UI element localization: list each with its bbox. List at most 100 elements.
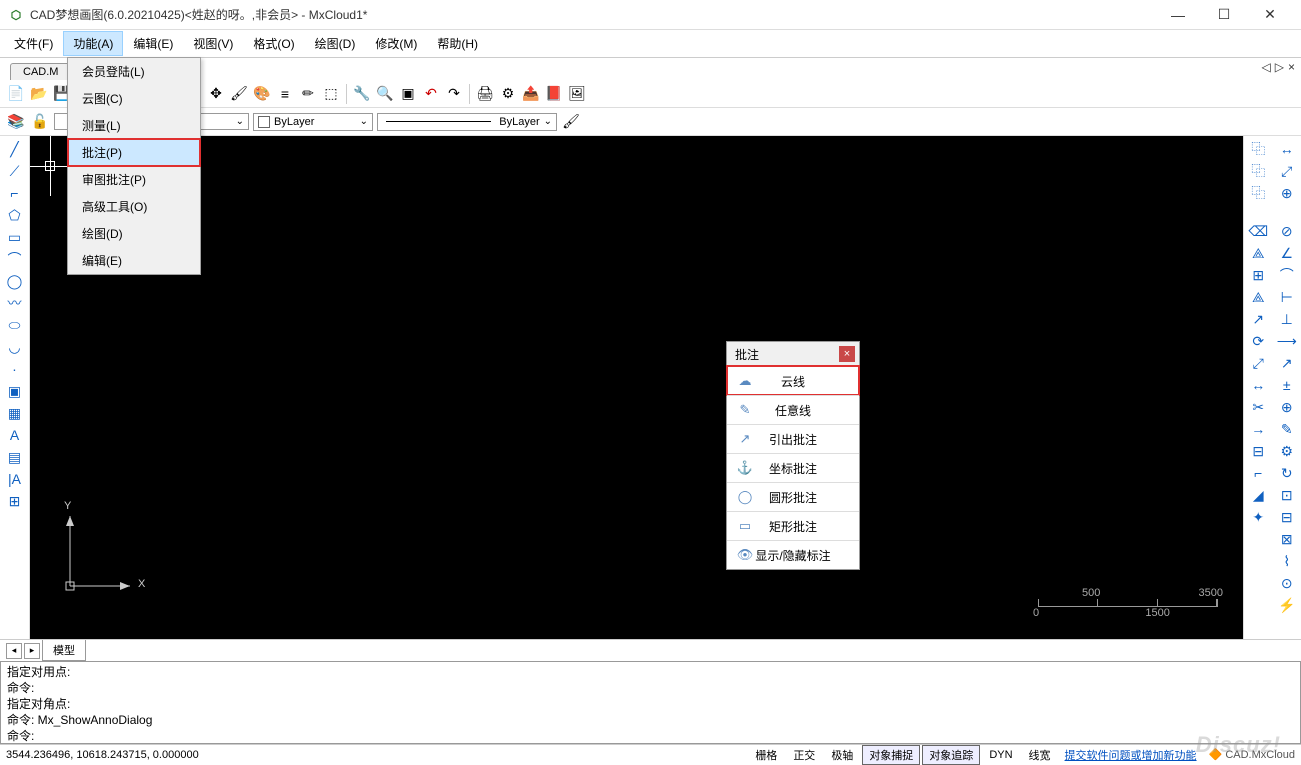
- menu-draw[interactable]: 绘图(D): [305, 31, 366, 56]
- dim-update-icon[interactable]: ↻: [1277, 464, 1297, 482]
- dim-quick-icon[interactable]: ⚡: [1277, 596, 1297, 614]
- array-icon[interactable]: ⊞: [1248, 266, 1268, 284]
- region-icon[interactable]: ⊞: [5, 492, 25, 510]
- status-polar[interactable]: 极轴: [824, 745, 860, 765]
- annotation-panel-title[interactable]: 批注 ×: [727, 342, 859, 366]
- table-icon[interactable]: ▤: [5, 448, 25, 466]
- dim-radius-icon[interactable]: ⊕: [1277, 184, 1297, 202]
- select-icon[interactable]: ▣: [398, 84, 418, 104]
- move-icon[interactable]: ↗: [1248, 310, 1268, 328]
- tab-prev-icon[interactable]: ◁: [1262, 60, 1271, 74]
- polyline-icon[interactable]: ⌐: [5, 184, 25, 202]
- layer-manager-icon[interactable]: 📚: [6, 112, 26, 132]
- dim-baseline-icon[interactable]: ⊥: [1277, 310, 1297, 328]
- trim-icon[interactable]: ✂: [1248, 398, 1268, 416]
- fillet-icon[interactable]: ⌐: [1248, 464, 1268, 482]
- matchprop-icon[interactable]: 🖌: [561, 112, 581, 132]
- tab-first-icon[interactable]: ◂: [6, 643, 22, 659]
- brush-icon[interactable]: 🖌: [229, 84, 249, 104]
- menu-file[interactable]: 文件(F): [4, 31, 63, 56]
- minimize-button[interactable]: —: [1155, 1, 1201, 29]
- dropdown-review-annotate[interactable]: 审图批注(P): [68, 166, 200, 193]
- tab-next-icon[interactable]: ▷: [1275, 60, 1284, 74]
- rectangle-icon[interactable]: ▭: [5, 228, 25, 246]
- point-icon[interactable]: ·: [5, 360, 25, 378]
- circle-icon[interactable]: ◯: [5, 272, 25, 290]
- scale-icon[interactable]: ⤢: [1248, 354, 1268, 372]
- paste-icon[interactable]: ⿻: [1248, 162, 1268, 180]
- anno-freehand[interactable]: ✎ 任意线: [727, 395, 859, 424]
- dim-arc-icon[interactable]: ⌒: [1277, 266, 1297, 284]
- menu-modify[interactable]: 修改(M): [365, 31, 427, 56]
- settings-icon[interactable]: ⚙: [498, 84, 518, 104]
- replace-icon[interactable]: 🔍: [375, 84, 395, 104]
- dropdown-draw[interactable]: 绘图(D): [68, 220, 200, 247]
- dim-jog-icon[interactable]: ⌇: [1277, 552, 1297, 570]
- block-icon[interactable]: ▣: [5, 382, 25, 400]
- dim-linear-icon[interactable]: ↔: [1277, 140, 1297, 158]
- dim-break-icon[interactable]: ⊠: [1277, 530, 1297, 548]
- copy-icon[interactable]: ⿻: [1248, 140, 1268, 158]
- export-icon[interactable]: 📤: [521, 84, 541, 104]
- text-icon[interactable]: A: [5, 426, 25, 444]
- dim-angle-icon[interactable]: ∠: [1277, 244, 1297, 262]
- anno-leader[interactable]: ↗ 引出批注: [727, 424, 859, 453]
- redo-icon[interactable]: ↷: [444, 84, 464, 104]
- dropdown-login[interactable]: 会员登陆(L): [68, 58, 200, 85]
- close-button[interactable]: ✕: [1247, 1, 1293, 29]
- command-line[interactable]: 指定对用点: 命令: 指定对角点: 命令: Mx_ShowAnnoDialog …: [0, 661, 1301, 744]
- tab-close-icon[interactable]: ×: [1288, 60, 1295, 74]
- status-ortho[interactable]: 正交: [786, 745, 822, 765]
- pdf-icon[interactable]: 📕: [544, 84, 564, 104]
- feedback-link[interactable]: 提交软件问题或增加新功能: [1065, 747, 1197, 763]
- dim-style-icon[interactable]: ⚙: [1277, 442, 1297, 460]
- offset-icon[interactable]: ⟁: [1248, 288, 1268, 306]
- tolerance-icon[interactable]: ±: [1277, 376, 1297, 394]
- anno-circle[interactable]: ◯ 圆形批注: [727, 482, 859, 511]
- dim-ord-icon[interactable]: ⊢: [1277, 288, 1297, 306]
- palette-icon[interactable]: 🎨: [252, 84, 272, 104]
- dim-aligned-icon[interactable]: ⤢: [1277, 162, 1297, 180]
- leader-icon[interactable]: ↗: [1277, 354, 1297, 372]
- anno-rect[interactable]: ▭ 矩形批注: [727, 511, 859, 540]
- chamfer-icon[interactable]: ◢: [1248, 486, 1268, 504]
- maximize-button[interactable]: ☐: [1201, 1, 1247, 29]
- mtext-icon[interactable]: |A: [5, 470, 25, 488]
- extend-icon[interactable]: →: [1248, 420, 1268, 438]
- open-icon[interactable]: 📂: [29, 84, 49, 104]
- ellipse-icon[interactable]: ⬭: [5, 316, 25, 334]
- menu-view[interactable]: 视图(V): [183, 31, 243, 56]
- dropdown-measure[interactable]: 测量(L): [68, 112, 200, 139]
- menu-help[interactable]: 帮助(H): [427, 31, 488, 56]
- dropdown-annotate[interactable]: 批注(P): [68, 139, 200, 166]
- anno-coord[interactable]: ⚓ 坐标批注: [727, 453, 859, 482]
- image-icon[interactable]: 🖼: [567, 84, 587, 104]
- menu-function[interactable]: 功能(A): [63, 31, 123, 56]
- dim-override-icon[interactable]: ⊡: [1277, 486, 1297, 504]
- color-combo[interactable]: ByLayer ⌄: [253, 113, 373, 131]
- find-icon[interactable]: 🔧: [352, 84, 372, 104]
- document-tab[interactable]: CAD.M: [10, 63, 71, 80]
- break-icon[interactable]: ⊟: [1248, 442, 1268, 460]
- highlighter-icon[interactable]: ✏: [298, 84, 318, 104]
- stretch-icon[interactable]: ↔: [1248, 376, 1268, 394]
- arc-icon[interactable]: ⌒: [5, 250, 25, 268]
- undo-icon[interactable]: ↶: [421, 84, 441, 104]
- print-icon[interactable]: 🖨: [475, 84, 495, 104]
- eraser-icon[interactable]: ⬚: [321, 84, 341, 104]
- dim-diameter-icon[interactable]: ⊘: [1277, 222, 1297, 240]
- dim-space-icon[interactable]: ⊟: [1277, 508, 1297, 526]
- hatch-icon[interactable]: ▦: [5, 404, 25, 422]
- ellipse-arc-icon[interactable]: ◡: [5, 338, 25, 356]
- dim-inspect-icon[interactable]: ⊙: [1277, 574, 1297, 592]
- model-tab[interactable]: 模型: [42, 640, 86, 661]
- dropdown-cloud[interactable]: 云图(C): [68, 85, 200, 112]
- status-otrack[interactable]: 对象追踪: [922, 745, 980, 765]
- center-icon[interactable]: ⊕: [1277, 398, 1297, 416]
- layer-state-icon[interactable]: 🔓: [30, 112, 50, 132]
- spline-icon[interactable]: 〰: [5, 294, 25, 312]
- line-icon[interactable]: ╱: [5, 140, 25, 158]
- tab-last-icon[interactable]: ▸: [24, 643, 40, 659]
- xline-icon[interactable]: ⟋: [5, 162, 25, 180]
- layers-icon[interactable]: ≡: [275, 84, 295, 104]
